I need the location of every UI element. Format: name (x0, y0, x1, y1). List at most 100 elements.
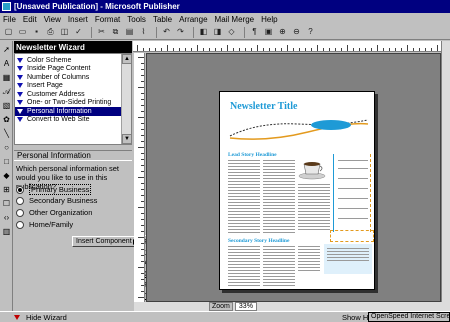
wizard-step-item[interactable]: Color Scheme (15, 56, 121, 65)
spelling-icon[interactable]: ✓ (73, 27, 84, 38)
wizard-step-item[interactable]: Personal Information (15, 107, 121, 116)
hide-wizard-button[interactable]: Hide Wizard (4, 312, 94, 322)
pointer-tool-icon[interactable]: ➚ (1, 44, 12, 55)
wizard-step-item[interactable]: Number of Columns (15, 73, 121, 82)
secondary-story-column-2[interactable] (263, 246, 295, 288)
radio-button[interactable] (16, 208, 24, 217)
zoom-out-icon[interactable]: ⊖ (291, 27, 302, 38)
toolbar-separator (156, 26, 157, 38)
menu-insert[interactable]: Insert (68, 15, 88, 24)
personal-info-option[interactable]: Home/Family (16, 220, 73, 229)
format-painter-icon[interactable]: ⌇ (138, 27, 149, 38)
picture-frame-tool-icon[interactable]: ▧ (1, 100, 12, 111)
wizard-step-label: Convert to Web Site (27, 116, 90, 124)
coffee-cup-picture[interactable] (297, 158, 327, 180)
lead-story-column-2[interactable] (263, 160, 295, 235)
wizard-scrollbar[interactable]: ▲ ▼ (121, 54, 132, 144)
wordart-tool-icon[interactable]: 𝒜 (1, 86, 12, 97)
wizard-step-label: Color Scheme (27, 56, 72, 64)
open-icon[interactable]: ▭ (17, 27, 28, 38)
menu-mail-merge[interactable]: Mail Merge (215, 15, 255, 24)
wizard-step-item[interactable]: One- or Two-Sided Printing (15, 99, 121, 108)
cut-icon[interactable]: ✂ (96, 27, 107, 38)
new-icon[interactable]: ▢ (3, 27, 14, 38)
newsletter-page[interactable]: Newsletter Title Lead Story Headline Sec… (219, 91, 375, 290)
print-icon[interactable]: ⎙ (45, 27, 56, 38)
ruler-tick (299, 48, 300, 51)
send-to-back-icon[interactable]: ◨ (212, 27, 223, 38)
ruler-tick (141, 111, 144, 112)
wizard-step-label: One- or Two-Sided Printing (27, 99, 112, 107)
radio-button[interactable] (16, 185, 24, 194)
personal-info-option[interactable]: Primary Business (16, 184, 92, 195)
menu-file[interactable]: File (3, 15, 16, 24)
radio-button[interactable] (16, 220, 24, 229)
personal-info-option[interactable]: Other Organization (16, 208, 92, 217)
menu-arrange[interactable]: Arrange (179, 15, 207, 24)
ruler-tick (293, 48, 294, 51)
hot-spot-tool-icon[interactable]: ⊞ (1, 184, 12, 195)
redo-icon[interactable]: ↷ (175, 27, 186, 38)
publisher-app-icon[interactable] (2, 2, 11, 11)
step-arrow-icon (17, 91, 23, 97)
design-gallery-tool-icon[interactable]: ▥ (1, 226, 12, 237)
lead-story-column-3[interactable] (298, 184, 330, 232)
show-special-characters-icon[interactable]: ¶ (249, 27, 260, 38)
vertical-ruler[interactable] (134, 53, 145, 302)
menu-table[interactable]: Table (153, 15, 172, 24)
lead-story-headline[interactable]: Lead Story Headline (228, 152, 277, 158)
ruler-tick (141, 201, 144, 202)
taskbar-button[interactable]: OpenSpeed Internet Screen (368, 312, 450, 322)
inside-story-sidebar[interactable] (333, 154, 371, 232)
secondary-story-column-1[interactable] (228, 246, 260, 288)
secondary-story-headline[interactable]: Secondary Story Headline (228, 238, 289, 244)
help-icon[interactable]: ? (305, 27, 316, 38)
ruler-tick (185, 48, 186, 51)
zoom-in-icon[interactable]: ⊕ (277, 27, 288, 38)
radio-button[interactable] (16, 196, 24, 205)
table-frame-tool-icon[interactable]: ▦ (1, 72, 12, 83)
vertical-scrollbar[interactable] (441, 41, 450, 302)
text-frame-tool-icon[interactable]: A (1, 58, 12, 69)
copy-icon[interactable]: ⧉ (110, 27, 121, 38)
business-info-box[interactable] (324, 244, 372, 274)
scroll-up-icon[interactable]: ▲ (122, 54, 132, 64)
print-preview-icon[interactable]: ◫ (59, 27, 70, 38)
wizard-step-item[interactable]: Inside Page Content (15, 65, 121, 74)
html-code-tool-icon[interactable]: ‹› (1, 212, 12, 223)
clip-gallery-tool-icon[interactable]: ✿ (1, 114, 12, 125)
scroll-down-icon[interactable]: ▼ (122, 134, 132, 144)
title-bar: [Unsaved Publication] - Microsoft Publis… (0, 0, 450, 13)
horizontal-ruler[interactable] (133, 41, 441, 52)
menu-help[interactable]: Help (261, 15, 277, 24)
custom-shapes-icon[interactable]: ◇ (226, 27, 237, 38)
personal-info-option[interactable]: Secondary Business (16, 196, 97, 205)
rectangle-tool-icon[interactable]: □ (1, 156, 12, 167)
paste-icon[interactable]: ▤ (124, 27, 135, 38)
oval-tool-icon[interactable]: ○ (1, 142, 12, 153)
wizard-steps-list: Color Scheme Inside Page Content Number of… (14, 53, 132, 145)
ruler-tick (203, 48, 204, 51)
save-icon[interactable]: ▪ (31, 27, 42, 38)
form-control-tool-icon[interactable]: ☐ (1, 198, 12, 209)
newsletter-title[interactable]: Newsletter Title (230, 101, 297, 112)
undo-icon[interactable]: ↶ (161, 27, 172, 38)
menu-tools[interactable]: Tools (127, 15, 146, 24)
zoom-value[interactable]: 33% (234, 302, 257, 311)
menu-format[interactable]: Format (95, 15, 120, 24)
line-tool-icon[interactable]: ╲ (1, 128, 12, 139)
menu-edit[interactable]: Edit (23, 15, 37, 24)
insert-component-button[interactable]: Insert Component (72, 236, 140, 247)
ruler-tick (227, 45, 228, 51)
wizard-step-item[interactable]: Convert to Web Site (15, 116, 121, 125)
lead-story-column-1[interactable] (228, 160, 260, 235)
wizard-step-item[interactable]: Customer Address (15, 90, 121, 99)
secondary-story-column-3[interactable] (298, 246, 320, 273)
custom-shapes-tool-icon[interactable]: ◆ (1, 170, 12, 181)
publication-workspace[interactable]: Newsletter Title Lead Story Headline Sec… (146, 53, 441, 302)
ruler-tick (141, 69, 144, 70)
zoom-level-icon[interactable]: ▣ (263, 27, 274, 38)
wizard-step-item[interactable]: Insert Page (15, 82, 121, 91)
bring-to-front-icon[interactable]: ◧ (198, 27, 209, 38)
menu-view[interactable]: View (44, 15, 61, 24)
